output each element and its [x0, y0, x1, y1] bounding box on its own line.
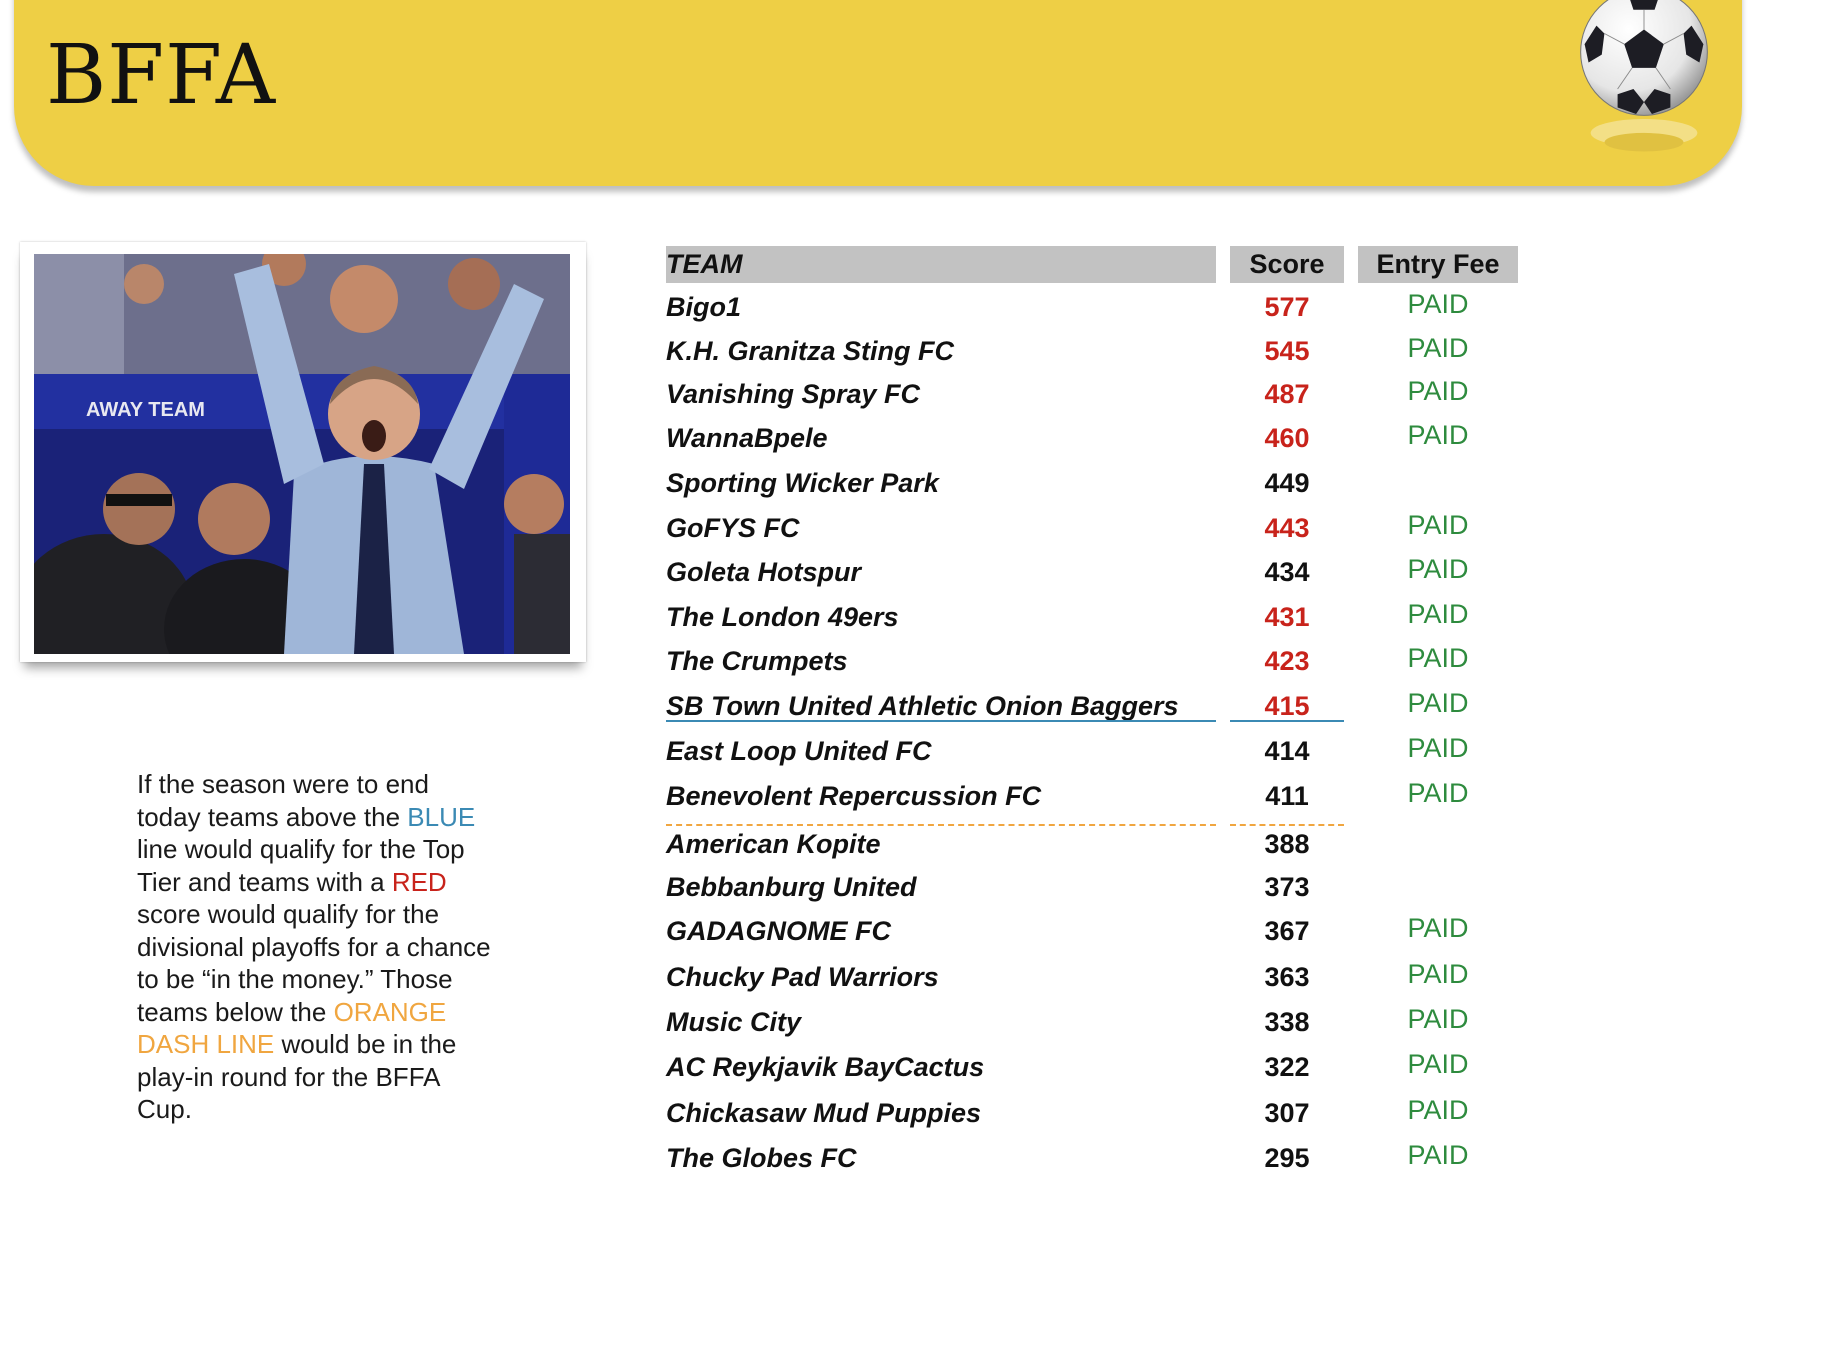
team-score: 460	[1264, 423, 1310, 453]
team-score: 415	[1264, 691, 1310, 721]
team-name: GoFYS FC	[666, 513, 800, 543]
note-text-1: If the season were to end today teams ab…	[137, 769, 429, 832]
team-score: 307	[1264, 1098, 1310, 1128]
entry-fee-status: PAID	[1407, 1049, 1469, 1079]
team-name: Music City	[666, 1007, 802, 1037]
ball-reflection	[1590, 119, 1698, 152]
note-blue-word: BLUE	[407, 801, 476, 832]
svg-text:AWAY TEAM: AWAY TEAM	[86, 399, 205, 421]
photo-frame: AWAY TEAM	[20, 242, 586, 662]
team-name: Chickasaw Mud Puppies	[666, 1098, 982, 1128]
qualification-note: If the season were to end today teams ab…	[137, 768, 497, 1126]
team-name: Goleta Hotspur	[666, 557, 862, 587]
entry-fee-status: PAID	[1407, 643, 1469, 673]
team-name: SB Town United Athletic Onion Baggers	[666, 691, 1179, 721]
team-score: 414	[1264, 736, 1310, 766]
top-tier-cutoff-line-score	[1230, 720, 1344, 722]
team-name: WannaBpele	[666, 423, 828, 453]
soccer-ball-icon	[1580, 0, 1708, 116]
entry-fee-status: PAID	[1407, 959, 1469, 989]
team-name: American Kopite	[666, 829, 881, 859]
team-score: 545	[1264, 336, 1310, 366]
entry-fee-status: PAID	[1407, 1140, 1469, 1170]
team-name: The Globes FC	[666, 1143, 857, 1173]
entry-fee-status: PAID	[1407, 1095, 1469, 1125]
note-red-word: RED	[391, 866, 447, 897]
entry-fee-status: PAID	[1407, 599, 1469, 629]
column-header-score: Score	[1230, 246, 1344, 283]
team-score: 423	[1264, 646, 1310, 676]
team-name: K.H. Granitza Sting FC	[666, 336, 955, 366]
entry-fee-status: PAID	[1407, 1004, 1469, 1034]
page-title: BFFA	[46, 28, 277, 123]
entry-fee-status: PAID	[1407, 510, 1469, 540]
play-in-cutoff-line-score	[1230, 824, 1344, 826]
team-score: 449	[1264, 468, 1310, 498]
entry-fee-status: PAID	[1407, 778, 1469, 808]
team-score: 373	[1264, 872, 1310, 902]
team-name: Benevolent Repercussion FC	[666, 781, 1042, 811]
team-score: 363	[1264, 962, 1310, 992]
entry-fee-status: PAID	[1407, 733, 1469, 763]
team-name: GADAGNOME FC	[666, 916, 891, 946]
team-name: The Crumpets	[666, 646, 848, 676]
team-name: AC Reykjavik BayCactus	[666, 1052, 985, 1082]
top-tier-cutoff-line	[666, 720, 1216, 722]
team-name: Vanishing Spray FC	[666, 379, 921, 409]
team-score: 431	[1264, 602, 1310, 632]
column-header-team: TEAM	[666, 246, 1216, 283]
team-score: 295	[1264, 1143, 1310, 1173]
entry-fee-status: PAID	[1407, 376, 1469, 406]
play-in-cutoff-line	[666, 824, 1216, 826]
celebration-photo: AWAY TEAM	[34, 254, 570, 654]
entry-fee-status: PAID	[1407, 913, 1469, 943]
column-header-entry-fee: Entry Fee	[1358, 246, 1518, 283]
team-score: 388	[1264, 829, 1310, 859]
team-score: 411	[1265, 781, 1309, 811]
team-name: East Loop United FC	[666, 736, 932, 766]
entry-fee-status: PAID	[1407, 688, 1469, 718]
team-score: 367	[1264, 916, 1310, 946]
team-score: 434	[1264, 557, 1310, 587]
team-score: 577	[1264, 292, 1310, 322]
team-score: 487	[1264, 379, 1310, 409]
entry-fee-status: PAID	[1407, 333, 1469, 363]
entry-fee-status: PAID	[1407, 420, 1469, 450]
team-score: 443	[1264, 513, 1310, 543]
team-name: The London 49ers	[666, 602, 899, 632]
entry-fee-status: PAID	[1407, 554, 1469, 584]
entry-fee-status: PAID	[1407, 289, 1469, 319]
team-name: Bebbanburg United	[666, 872, 917, 902]
team-score: 322	[1264, 1052, 1310, 1082]
team-name: Sporting Wicker Park	[666, 468, 939, 498]
team-name: Bigo1	[666, 292, 742, 322]
team-score: 338	[1264, 1007, 1310, 1037]
team-name: Chucky Pad Warriors	[666, 962, 939, 992]
